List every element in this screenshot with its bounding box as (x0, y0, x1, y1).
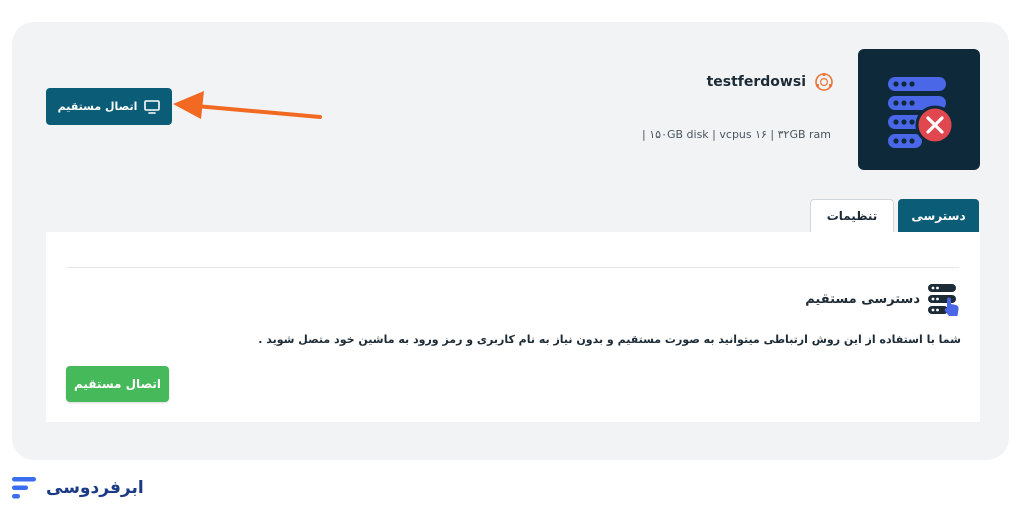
ubuntu-icon (815, 72, 833, 91)
server-name: testferdowsi (706, 74, 806, 90)
monitor-icon (144, 99, 161, 114)
connect-button[interactable]: اتصال مستقیم (66, 366, 169, 402)
pointer-arrow-icon (173, 91, 322, 119)
divider (67, 267, 959, 268)
brand-name: ابرفردوسی (46, 478, 144, 498)
section-description: شما با استفاده از این روش ارتباطی میتوان… (258, 333, 961, 346)
server-error-icon (888, 77, 955, 148)
section-title: دسترسی مستقیم (805, 292, 920, 307)
server-status-box (858, 49, 980, 170)
tab-access[interactable]: دسترسی (898, 199, 979, 232)
brand-logo: ابرفردوسی (12, 476, 144, 500)
server-access-icon (928, 284, 959, 316)
brand-logo-icon (12, 477, 36, 499)
tab-settings[interactable]: تنظیمات (810, 199, 894, 232)
direct-connect-label: اتصال مستقیم (57, 100, 138, 113)
access-panel: دسترسی مستقیم شما با استفاده از این روش … (46, 232, 980, 422)
direct-connect-button[interactable]: اتصال مستقیم (46, 88, 172, 125)
server-specs: | ۱۵۰GB disk | vcpus ۱۶ | ۳۲GB ram (642, 128, 831, 141)
